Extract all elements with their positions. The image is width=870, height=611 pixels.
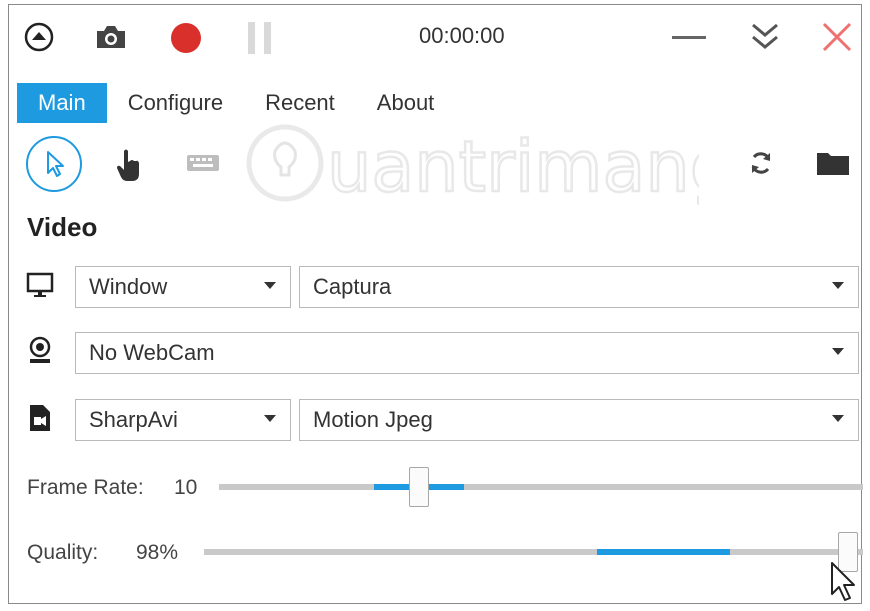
writer-value: SharpAvi	[89, 407, 178, 432]
mouse-pointer-icon	[827, 560, 859, 604]
frame-rate-slider-thumb[interactable]	[409, 467, 429, 507]
frame-rate-value: 10	[174, 476, 198, 499]
chevron-down-icon	[264, 282, 276, 289]
keyboard-icon[interactable]	[185, 151, 221, 175]
webcam-icon	[25, 336, 55, 366]
webcam-value: No WebCam	[89, 340, 215, 365]
chevron-down-icon	[264, 415, 276, 422]
quality-value: 98%	[136, 541, 179, 564]
tab-configure[interactable]: Configure	[107, 83, 244, 123]
collapse-up-icon[interactable]	[23, 21, 55, 53]
timer-display: 00:00:00	[419, 23, 505, 48]
minimize-icon[interactable]	[669, 25, 709, 49]
svg-text:uantrimang: uantrimang	[327, 126, 699, 208]
chevron-down-icon	[832, 348, 844, 355]
quality-slider-fill	[597, 549, 730, 555]
chevron-double-down-icon[interactable]	[747, 19, 783, 55]
chevron-down-icon	[832, 415, 844, 422]
chevron-down-icon	[832, 282, 844, 289]
frame-rate-label: Frame Rate:	[27, 476, 144, 499]
screen-source-dropdown[interactable]: Window	[75, 266, 291, 308]
video-file-icon	[25, 403, 55, 433]
hand-icon[interactable]	[113, 145, 145, 185]
video-section-title: Video	[27, 212, 98, 242]
cursor-icon[interactable]	[25, 135, 83, 193]
refresh-icon[interactable]	[745, 147, 777, 179]
window-target-value: Captura	[313, 274, 392, 299]
codec-dropdown[interactable]: Motion Jpeg	[299, 399, 859, 441]
app-window: 00:00:00 Main Configure Recent About uan…	[8, 4, 863, 604]
window-target-dropdown[interactable]: Captura	[299, 266, 859, 308]
screen-source-value: Window	[89, 274, 168, 299]
webcam-dropdown[interactable]: No WebCam	[75, 332, 859, 374]
frame-rate-slider[interactable]	[219, 484, 863, 490]
quality-slider[interactable]	[204, 549, 863, 555]
watermark-logo: uantrimang	[239, 113, 735, 223]
pause-icon[interactable]	[245, 20, 275, 56]
codec-value: Motion Jpeg	[313, 407, 433, 432]
folder-icon[interactable]	[815, 149, 851, 177]
quality-label: Quality:	[27, 541, 99, 564]
writer-dropdown[interactable]: SharpAvi	[75, 399, 291, 441]
tab-main[interactable]: Main	[17, 83, 107, 123]
record-icon[interactable]	[169, 21, 203, 55]
camera-icon[interactable]	[93, 21, 129, 53]
close-icon[interactable]	[819, 19, 855, 55]
title-bar: 00:00:00	[9, 5, 861, 73]
monitor-icon	[25, 270, 55, 300]
